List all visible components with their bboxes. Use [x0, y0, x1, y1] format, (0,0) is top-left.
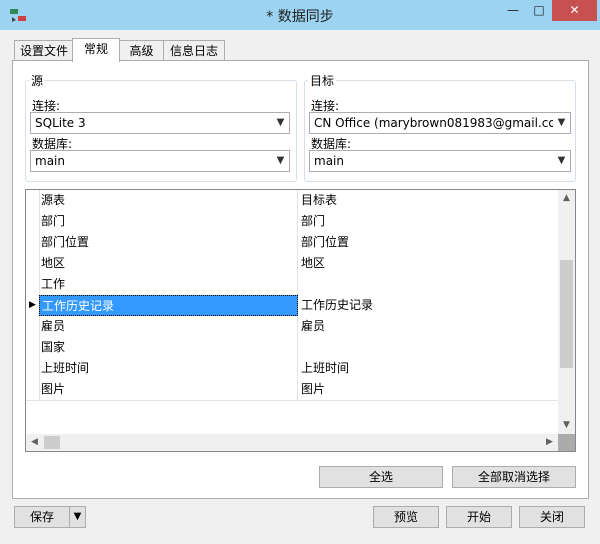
source-group-label: 源 [29, 72, 46, 89]
scroll-left-icon[interactable]: ◀ [26, 434, 43, 451]
source-table-cell[interactable]: 部门位置 [39, 232, 298, 253]
scroll-down-icon[interactable]: ▼ [558, 417, 575, 434]
source-database-value: main [35, 154, 65, 168]
current-row-marker-icon[interactable]: ▶ [26, 295, 40, 316]
source-table-cell[interactable]: 部门 [39, 211, 298, 232]
row-header [26, 190, 40, 211]
grid-header-row: 源表 目标表 [26, 190, 558, 212]
source-table-cell[interactable]: 工作 [39, 274, 298, 295]
save-button[interactable]: 保存 [14, 506, 70, 528]
row-header[interactable] [26, 379, 40, 400]
close-button[interactable]: 关闭 [519, 506, 585, 528]
target-group-label: 目标 [308, 72, 337, 89]
source-database-select[interactable]: main ▼ [30, 150, 290, 172]
horizontal-scroll-thumb[interactable] [44, 436, 60, 449]
chevron-down-icon: ▼ [553, 151, 570, 171]
row-header[interactable] [26, 274, 40, 295]
target-table-cell[interactable]: 图片 [299, 379, 558, 400]
source-table-cell[interactable]: 上班时间 [39, 358, 298, 379]
target-table-cell[interactable]: 部门位置 [299, 232, 558, 253]
target-database-value: main [314, 154, 344, 168]
vertical-scroll-thumb[interactable] [560, 260, 573, 368]
close-window-button[interactable]: ✕ [552, 0, 597, 21]
chevron-down-icon: ▼ [272, 113, 289, 133]
source-connection-select[interactable]: SQLite 3 ▼ [30, 112, 290, 134]
tab-general[interactable]: 常规 [72, 38, 120, 62]
table-row[interactable]: 国家 [26, 337, 558, 359]
row-header[interactable] [26, 211, 40, 232]
chevron-down-icon: ▼ [553, 113, 570, 133]
maximize-button[interactable]: □ [526, 0, 552, 21]
table-row[interactable]: 上班时间 上班时间 [26, 358, 558, 380]
deselect-all-button[interactable]: 全部取消选择 [452, 466, 576, 488]
table-row[interactable]: 图片 图片 [26, 379, 558, 401]
grid-body: 源表 目标表 部门 部门 部门位置 部门位置 地区 地区 工作 ▶ 工作历史记录… [26, 190, 558, 434]
target-table-cell[interactable] [299, 337, 558, 358]
target-table-cell[interactable] [299, 274, 558, 295]
vertical-scrollbar[interactable]: ▲ ▼ [558, 190, 575, 434]
start-button[interactable]: 开始 [446, 506, 512, 528]
row-header[interactable] [26, 232, 40, 253]
table-row[interactable]: 地区 地区 [26, 253, 558, 275]
save-dropdown-icon[interactable]: ▼ [69, 506, 86, 528]
table-row-current[interactable]: ▶ 工作历史记录 工作历史记录 [26, 295, 558, 317]
column-header-target[interactable]: 目标表 [299, 190, 558, 211]
row-header[interactable] [26, 253, 40, 274]
table-mapping-grid: 源表 目标表 部门 部门 部门位置 部门位置 地区 地区 工作 ▶ 工作历史记录… [25, 189, 576, 452]
target-connection-select[interactable]: CN Office (marybrown081983@gmail.com) ▼ [309, 112, 571, 134]
select-all-button[interactable]: 全选 [319, 466, 443, 488]
target-database-select[interactable]: main ▼ [309, 150, 571, 172]
row-header[interactable] [26, 337, 40, 358]
table-row[interactable]: 工作 [26, 274, 558, 296]
source-table-cell[interactable]: 地区 [39, 253, 298, 274]
target-connection-value: CN Office (marybrown081983@gmail.com) [314, 116, 571, 130]
table-row[interactable]: 部门位置 部门位置 [26, 232, 558, 254]
horizontal-scrollbar[interactable]: ◀ ▶ [26, 434, 558, 451]
target-table-cell[interactable]: 工作历史记录 [299, 295, 558, 316]
chevron-down-icon: ▼ [272, 151, 289, 171]
preview-button[interactable]: 预览 [373, 506, 439, 528]
target-table-cell[interactable]: 地区 [299, 253, 558, 274]
table-row[interactable]: 部门 部门 [26, 211, 558, 233]
row-header[interactable] [26, 358, 40, 379]
scroll-right-icon[interactable]: ▶ [541, 434, 558, 451]
tab-advanced[interactable]: 高级 [118, 40, 165, 61]
source-table-cell[interactable]: 雇员 [39, 316, 298, 337]
table-row[interactable]: 雇员 雇员 [26, 316, 558, 338]
tab-settings-file[interactable]: 设置文件 [14, 40, 74, 61]
target-table-cell[interactable]: 部门 [299, 211, 558, 232]
tab-message-log[interactable]: 信息日志 [163, 40, 225, 61]
column-header-source[interactable]: 源表 [39, 190, 298, 211]
source-table-cell[interactable]: 国家 [39, 337, 298, 358]
source-table-cell[interactable]: 图片 [39, 379, 298, 400]
target-table-cell[interactable]: 雇员 [299, 316, 558, 337]
target-table-cell[interactable]: 上班时间 [299, 358, 558, 379]
row-header[interactable] [26, 316, 40, 337]
minimize-button[interactable]: — [500, 0, 526, 21]
source-table-cell-selected[interactable]: 工作历史记录 [39, 295, 298, 316]
source-connection-value: SQLite 3 [35, 116, 86, 130]
scroll-up-icon[interactable]: ▲ [558, 190, 575, 207]
